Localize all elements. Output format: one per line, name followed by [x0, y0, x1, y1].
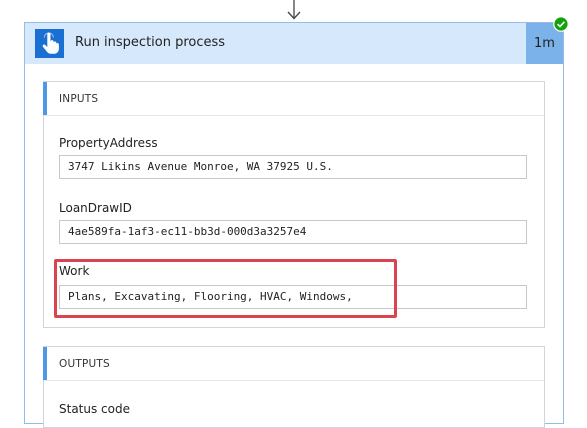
step-header[interactable]: Run inspection process 1m	[25, 23, 563, 64]
loan-draw-id-value[interactable]: 4ae589fa-1af3-ec11-bb3d-000d3a3257e4	[59, 220, 527, 244]
inputs-section-title: INPUTS	[59, 93, 99, 105]
step-title: Run inspection process	[75, 35, 226, 50]
inputs-section-header: INPUTS	[43, 82, 544, 115]
section-divider	[44, 115, 544, 116]
section-divider	[44, 380, 544, 381]
success-check-icon	[553, 16, 569, 32]
hand-pointer-icon	[35, 29, 64, 58]
flow-connector-arrow-icon	[287, 0, 301, 20]
property-address-value[interactable]: 3747 Likins Avenue Monroe, WA 37925 U.S.	[59, 155, 527, 179]
annotation-highlight-box	[54, 259, 397, 318]
loan-draw-id-label: LoanDrawID	[59, 201, 132, 215]
status-code-label: Status code	[59, 402, 130, 416]
property-address-label: PropertyAddress	[59, 136, 158, 150]
outputs-section-title: OUTPUTS	[59, 358, 110, 370]
outputs-section-header: OUTPUTS	[43, 347, 544, 380]
